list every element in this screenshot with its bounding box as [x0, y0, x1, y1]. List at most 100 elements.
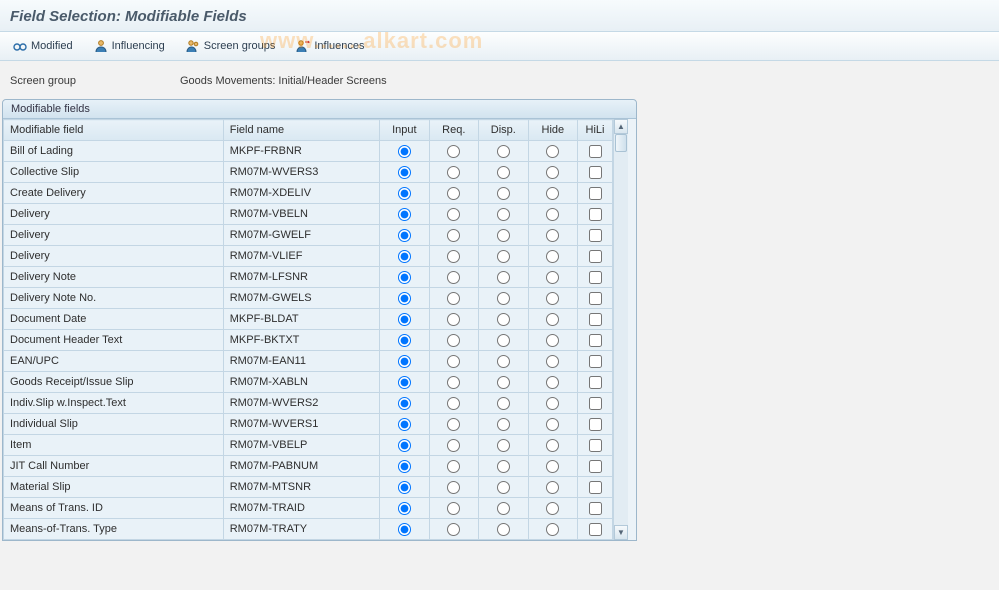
vertical-scrollbar[interactable]: ▲ ▼	[613, 119, 628, 540]
screen-groups-button[interactable]: Screen groups	[181, 36, 280, 56]
table-row[interactable]: JIT Call NumberRM07M-PABNUM	[4, 456, 613, 477]
table-row[interactable]: Bill of LadingMKPF-FRBNR	[4, 141, 613, 162]
checkbox-hili[interactable]	[589, 271, 602, 284]
radio-hide[interactable]	[546, 502, 559, 515]
radio-input[interactable]	[398, 460, 411, 473]
radio-req[interactable]	[447, 502, 460, 515]
table-row[interactable]: Goods Receipt/Issue SlipRM07M-XABLN	[4, 372, 613, 393]
radio-req[interactable]	[447, 397, 460, 410]
scroll-down-button[interactable]: ▼	[614, 525, 628, 540]
radio-req[interactable]	[447, 166, 460, 179]
radio-hide[interactable]	[546, 229, 559, 242]
radio-disp[interactable]	[497, 250, 510, 263]
radio-hide[interactable]	[546, 460, 559, 473]
radio-req[interactable]	[447, 292, 460, 305]
radio-input[interactable]	[398, 439, 411, 452]
checkbox-hili[interactable]	[589, 460, 602, 473]
checkbox-hili[interactable]	[589, 481, 602, 494]
table-row[interactable]: Delivery Note No.RM07M-GWELS	[4, 288, 613, 309]
radio-hide[interactable]	[546, 397, 559, 410]
table-row[interactable]: DeliveryRM07M-VLIEF	[4, 246, 613, 267]
influencing-button[interactable]: Influencing	[89, 36, 169, 56]
checkbox-hili[interactable]	[589, 439, 602, 452]
radio-disp[interactable]	[497, 208, 510, 221]
col-header-name[interactable]: Field name	[223, 120, 379, 141]
radio-input[interactable]	[398, 187, 411, 200]
radio-disp[interactable]	[497, 502, 510, 515]
radio-input[interactable]	[398, 523, 411, 536]
radio-hide[interactable]	[546, 313, 559, 326]
radio-input[interactable]	[398, 271, 411, 284]
radio-req[interactable]	[447, 439, 460, 452]
checkbox-hili[interactable]	[589, 334, 602, 347]
radio-req[interactable]	[447, 523, 460, 536]
radio-req[interactable]	[447, 334, 460, 347]
checkbox-hili[interactable]	[589, 166, 602, 179]
radio-disp[interactable]	[497, 481, 510, 494]
radio-req[interactable]	[447, 145, 460, 158]
checkbox-hili[interactable]	[589, 250, 602, 263]
col-header-req[interactable]: Req.	[429, 120, 478, 141]
col-header-field[interactable]: Modifiable field	[4, 120, 224, 141]
table-row[interactable]: Delivery NoteRM07M-LFSNR	[4, 267, 613, 288]
modified-button[interactable]: Modified	[8, 36, 77, 56]
radio-disp[interactable]	[497, 292, 510, 305]
radio-input[interactable]	[398, 502, 411, 515]
radio-hide[interactable]	[546, 418, 559, 431]
radio-hide[interactable]	[546, 166, 559, 179]
radio-req[interactable]	[447, 208, 460, 221]
radio-req[interactable]	[447, 250, 460, 263]
radio-input[interactable]	[398, 166, 411, 179]
table-row[interactable]: Document Header TextMKPF-BKTXT	[4, 330, 613, 351]
radio-req[interactable]	[447, 418, 460, 431]
radio-input[interactable]	[398, 250, 411, 263]
radio-hide[interactable]	[546, 334, 559, 347]
radio-input[interactable]	[398, 376, 411, 389]
checkbox-hili[interactable]	[589, 229, 602, 242]
radio-req[interactable]	[447, 229, 460, 242]
radio-disp[interactable]	[497, 439, 510, 452]
radio-hide[interactable]	[546, 376, 559, 389]
radio-req[interactable]	[447, 460, 460, 473]
radio-req[interactable]	[447, 376, 460, 389]
radio-hide[interactable]	[546, 355, 559, 368]
radio-input[interactable]	[398, 208, 411, 221]
radio-disp[interactable]	[497, 460, 510, 473]
checkbox-hili[interactable]	[589, 145, 602, 158]
radio-req[interactable]	[447, 355, 460, 368]
scroll-up-button[interactable]: ▲	[614, 119, 628, 134]
radio-disp[interactable]	[497, 313, 510, 326]
radio-disp[interactable]	[497, 397, 510, 410]
radio-input[interactable]	[398, 397, 411, 410]
checkbox-hili[interactable]	[589, 313, 602, 326]
col-header-hili[interactable]: HiLi	[578, 120, 613, 141]
radio-disp[interactable]	[497, 229, 510, 242]
scroll-track[interactable]	[614, 134, 628, 525]
table-row[interactable]: DeliveryRM07M-GWELF	[4, 225, 613, 246]
checkbox-hili[interactable]	[589, 187, 602, 200]
table-row[interactable]: Indiv.Slip w.Inspect.TextRM07M-WVERS2	[4, 393, 613, 414]
scroll-thumb[interactable]	[615, 134, 627, 152]
col-header-input[interactable]: Input	[380, 120, 430, 141]
table-row[interactable]: Collective SlipRM07M-WVERS3	[4, 162, 613, 183]
radio-input[interactable]	[398, 145, 411, 158]
radio-hide[interactable]	[546, 439, 559, 452]
table-row[interactable]: Means of Trans. IDRM07M-TRAID	[4, 498, 613, 519]
radio-hide[interactable]	[546, 481, 559, 494]
radio-input[interactable]	[398, 292, 411, 305]
checkbox-hili[interactable]	[589, 418, 602, 431]
checkbox-hili[interactable]	[589, 376, 602, 389]
radio-input[interactable]	[398, 313, 411, 326]
radio-req[interactable]	[447, 481, 460, 494]
radio-req[interactable]	[447, 313, 460, 326]
radio-disp[interactable]	[497, 271, 510, 284]
checkbox-hili[interactable]	[589, 292, 602, 305]
table-row[interactable]: EAN/UPCRM07M-EAN11	[4, 351, 613, 372]
table-row[interactable]: Material SlipRM07M-MTSNR	[4, 477, 613, 498]
radio-hide[interactable]	[546, 292, 559, 305]
radio-hide[interactable]	[546, 523, 559, 536]
radio-input[interactable]	[398, 418, 411, 431]
table-row[interactable]: DeliveryRM07M-VBELN	[4, 204, 613, 225]
radio-hide[interactable]	[546, 271, 559, 284]
checkbox-hili[interactable]	[589, 523, 602, 536]
